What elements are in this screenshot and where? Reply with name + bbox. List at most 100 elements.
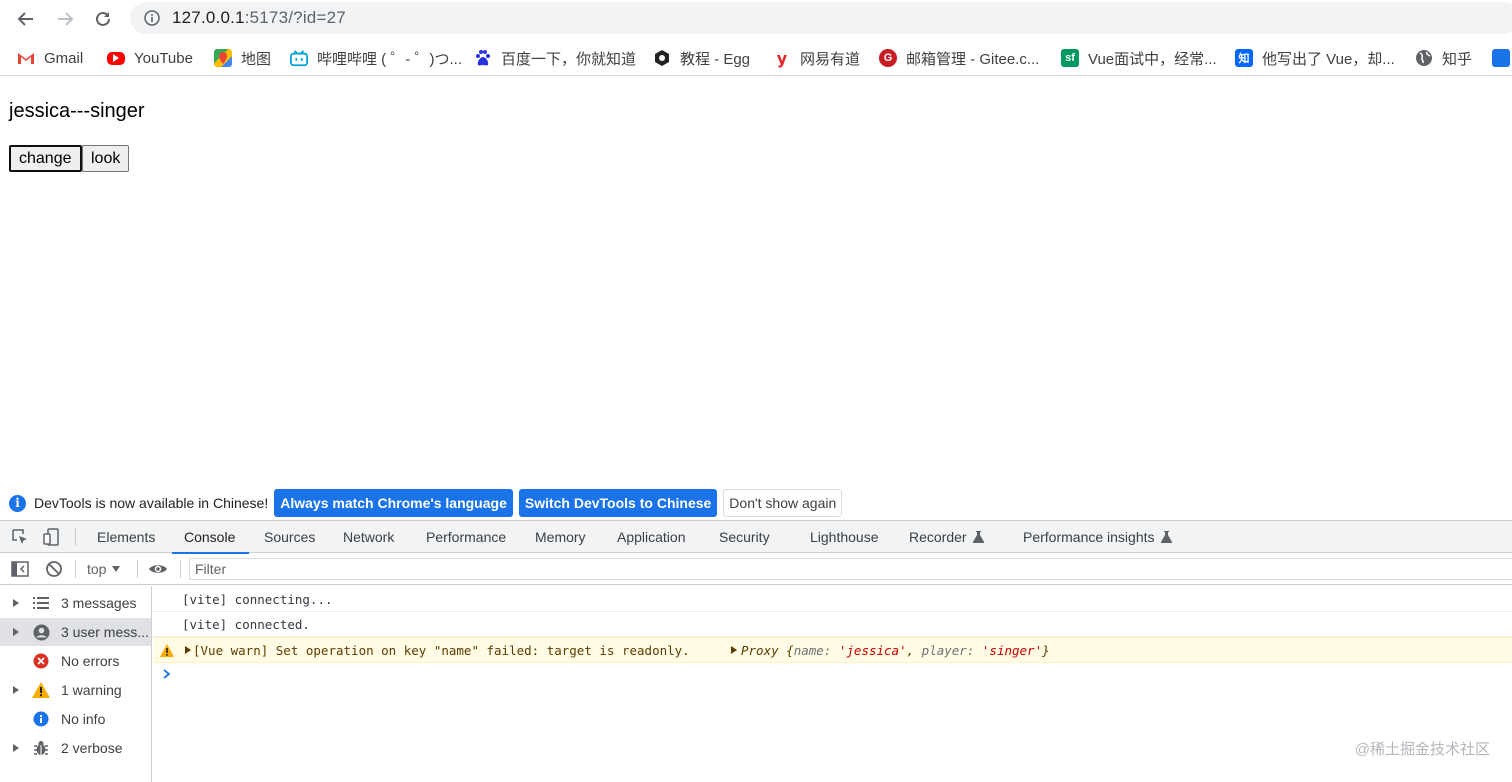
device-toolbar-icon[interactable] bbox=[43, 528, 61, 546]
sidebar-item-info[interactable]: No info bbox=[0, 705, 151, 733]
chevron-down-icon bbox=[112, 566, 121, 572]
maps-icon bbox=[214, 49, 232, 67]
change-button[interactable]: change bbox=[9, 145, 82, 172]
proxy-object-preview[interactable]: Proxy {name: 'jessica', player: 'singer'… bbox=[741, 643, 1050, 658]
bookmark-label: 邮箱管理 - Gitee.c... bbox=[906, 50, 1040, 68]
sidebar-toggle-icon[interactable] bbox=[11, 560, 29, 578]
back-button[interactable] bbox=[12, 5, 40, 33]
proxy-key-player: player: bbox=[921, 642, 975, 658]
info-icon bbox=[32, 710, 50, 728]
gmail-icon bbox=[17, 49, 35, 67]
egg-icon bbox=[653, 49, 671, 67]
bookmark-label: 网易有道 bbox=[800, 50, 861, 68]
divider bbox=[180, 560, 181, 578]
bookmark-label: 教程 - Egg bbox=[680, 50, 751, 68]
proxy-key-name: name: bbox=[793, 642, 832, 658]
console-sidebar: 3 messages 3 user mess... No errors 1 wa… bbox=[0, 586, 152, 782]
segmentfault-icon: sf bbox=[1061, 49, 1079, 67]
expand-triangle-icon[interactable] bbox=[185, 646, 191, 654]
bookmark-maps[interactable]: 地图 bbox=[214, 47, 271, 69]
look-button[interactable]: look bbox=[82, 145, 130, 172]
bookmark-youtube[interactable]: YouTube bbox=[107, 47, 193, 69]
sidebar-item-warnings[interactable]: 1 warning bbox=[0, 676, 151, 704]
sidebar-item-verbose[interactable]: 2 verbose bbox=[0, 734, 151, 762]
sidebar-item-messages[interactable]: 3 messages bbox=[0, 589, 151, 617]
bookmark-label: 哔哩哔哩 ( ゜- ゜)つ... bbox=[317, 50, 462, 68]
expand-triangle-icon[interactable] bbox=[731, 646, 737, 654]
tab-sources[interactable]: Sources bbox=[264, 521, 315, 553]
console-message-text: [vite] connected. bbox=[182, 616, 310, 632]
bookmark-baidu[interactable]: 百度一下，你就知道 bbox=[474, 47, 636, 69]
tab-memory[interactable]: Memory bbox=[535, 521, 586, 553]
inspect-element-icon[interactable] bbox=[11, 528, 29, 546]
browser-toolbar: 127.0.0.1:5173/?id=27 bbox=[0, 0, 1512, 38]
tab-network[interactable]: Network bbox=[343, 521, 394, 553]
brace-close: } bbox=[1042, 642, 1050, 658]
bookmark-overflow[interactable] bbox=[1492, 47, 1512, 69]
user-icon bbox=[32, 623, 50, 641]
tab-application[interactable]: Application bbox=[617, 521, 686, 553]
experiment-flask-icon bbox=[1160, 531, 1172, 543]
comma: , bbox=[906, 642, 915, 658]
bookmark-label: Vue面试中，经常... bbox=[1088, 50, 1217, 68]
forward-arrow-icon bbox=[58, 12, 74, 26]
list-icon bbox=[32, 594, 50, 612]
sidebar-item-user-messages[interactable]: 3 user mess... bbox=[0, 618, 151, 646]
site-info-icon[interactable] bbox=[144, 10, 160, 26]
sidebar-item-label: No errors bbox=[61, 653, 120, 669]
tab-performance[interactable]: Performance bbox=[426, 521, 506, 553]
filter-input[interactable]: Filter bbox=[189, 558, 1512, 580]
tab-security[interactable]: Security bbox=[719, 521, 770, 553]
expand-triangle-icon bbox=[13, 599, 19, 607]
sidebar-item-label: 3 messages bbox=[61, 595, 137, 611]
sidebar-item-label: 3 user mess... bbox=[61, 624, 149, 640]
bilibili-icon bbox=[290, 49, 308, 67]
context-selector[interactable]: top bbox=[87, 561, 121, 577]
tab-lighthouse[interactable]: Lighthouse bbox=[810, 521, 879, 553]
console-message[interactable]: [vite] connected. bbox=[153, 612, 1512, 637]
always-match-language-button[interactable]: Always match Chrome's language bbox=[274, 489, 513, 517]
bookmark-gitee[interactable]: G 邮箱管理 - Gitee.c... bbox=[879, 47, 1039, 69]
console-message[interactable]: [vite] connecting... bbox=[153, 587, 1512, 612]
sidebar-item-errors[interactable]: No errors bbox=[0, 647, 151, 675]
bookmark-label: 他写出了 Vue，却... bbox=[1262, 50, 1395, 68]
reload-icon bbox=[96, 11, 110, 26]
bookmark-label: 知乎 bbox=[1442, 50, 1473, 68]
bookmark-zhihu-article[interactable]: 知 他写出了 Vue，却... bbox=[1235, 47, 1395, 69]
divider bbox=[137, 560, 138, 578]
console-warning-message[interactable]: [Vue warn] Set operation on key "name" f… bbox=[153, 637, 1512, 663]
console-toolbar: top Filter bbox=[0, 554, 1512, 585]
url-text[interactable]: 127.0.0.1:5173/?id=27 bbox=[172, 8, 346, 28]
bookmark-segmentfault[interactable]: sf Vue面试中，经常... bbox=[1061, 47, 1217, 69]
forward-button[interactable] bbox=[51, 5, 79, 33]
bug-icon bbox=[32, 739, 50, 757]
sidebar-item-label: 2 verbose bbox=[61, 740, 123, 756]
tab-elements[interactable]: Elements bbox=[97, 521, 155, 553]
reload-button[interactable] bbox=[89, 5, 117, 33]
bookmark-zhihu[interactable]: 知乎 bbox=[1415, 47, 1472, 69]
youdao-icon: y bbox=[776, 48, 788, 68]
watermark: @稀土掘金技术社区 bbox=[1354, 741, 1490, 758]
brace-open: { bbox=[786, 642, 794, 658]
back-arrow-icon bbox=[17, 12, 33, 26]
switch-to-chinese-button[interactable]: Switch DevTools to Chinese bbox=[518, 489, 718, 517]
expand-triangle-icon bbox=[13, 628, 19, 636]
bookmark-gmail[interactable]: Gmail bbox=[17, 47, 83, 69]
bookmark-bilibili[interactable]: 哔哩哔哩 ( ゜- ゜)つ... bbox=[290, 47, 462, 69]
tab-recorder[interactable]: Recorder bbox=[909, 521, 984, 553]
bookmark-youdao[interactable]: y 网易有道 bbox=[773, 47, 860, 69]
bookmark-label: 地图 bbox=[241, 50, 272, 68]
url-path: :5173/?id=27 bbox=[244, 8, 346, 27]
page-heading: jessica---singer bbox=[9, 100, 145, 122]
eye-icon[interactable] bbox=[148, 560, 168, 578]
experiment-flask-icon bbox=[972, 531, 984, 543]
clear-console-icon[interactable] bbox=[45, 560, 63, 578]
info-icon: i bbox=[9, 494, 26, 512]
tab-performance-insights[interactable]: Performance insights bbox=[1023, 521, 1172, 553]
sidebar-item-label: No info bbox=[61, 711, 106, 727]
bookmark-egg[interactable]: 教程 - Egg bbox=[653, 47, 750, 69]
address-bar[interactable]: 127.0.0.1:5173/?id=27 bbox=[130, 2, 1512, 34]
dont-show-again-button[interactable]: Don't show again bbox=[723, 489, 843, 517]
tab-console[interactable]: Console bbox=[171, 521, 250, 554]
console-prompt-icon[interactable] bbox=[162, 668, 172, 680]
